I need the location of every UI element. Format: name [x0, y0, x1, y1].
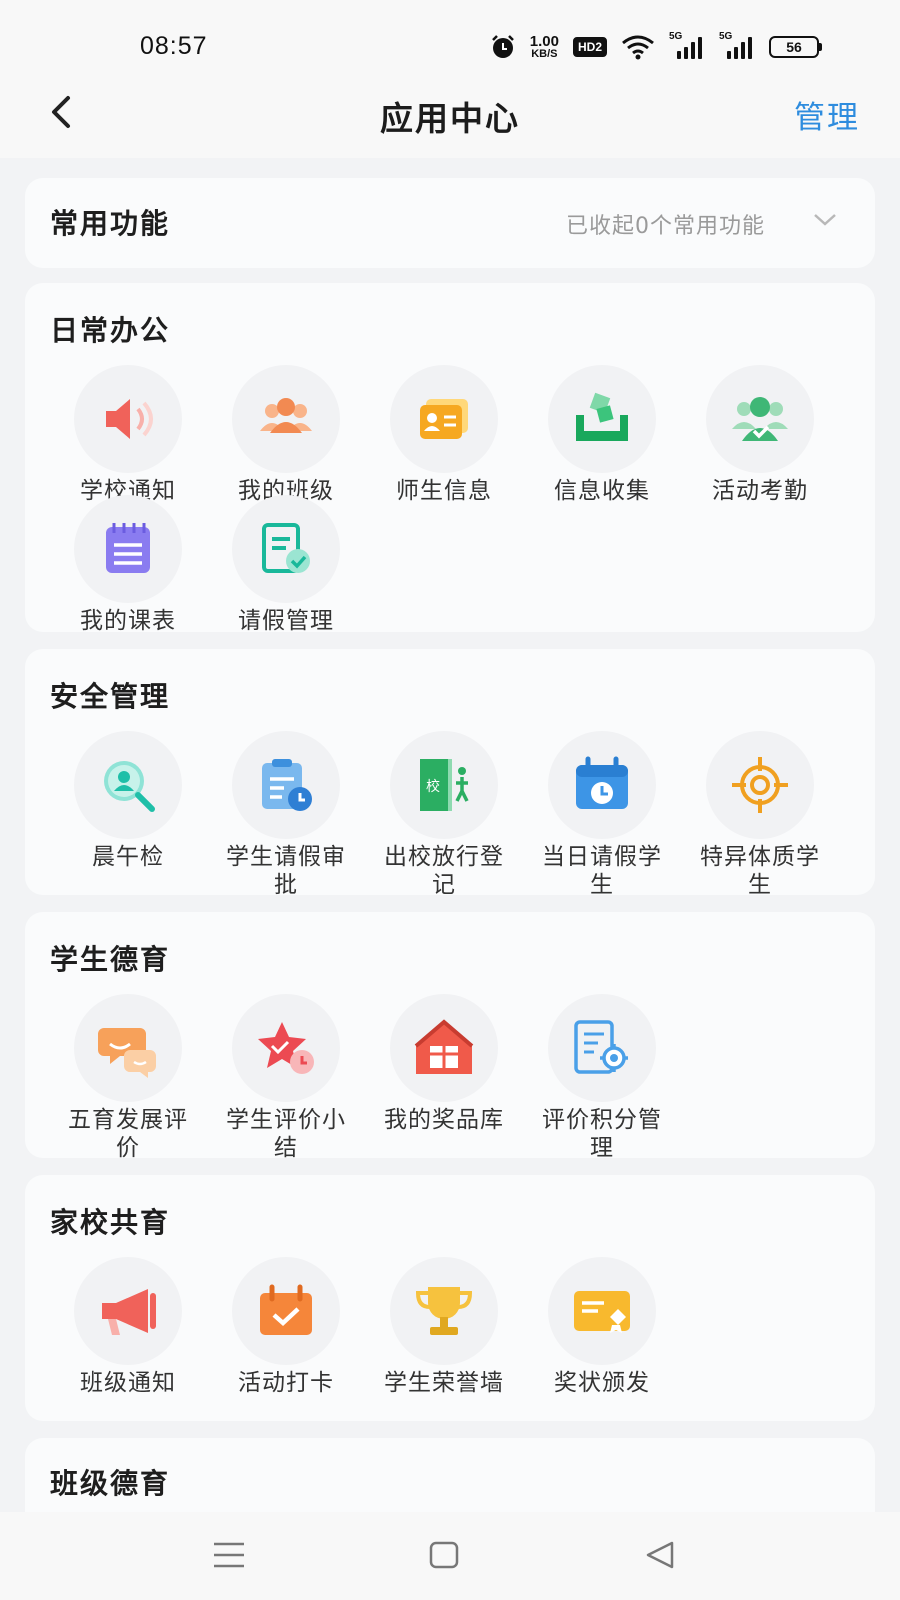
section-title: 学生德育: [50, 943, 171, 976]
app-item[interactable]: 奖状颁发: [522, 1257, 682, 1397]
app-label: 晨午检: [92, 844, 164, 870]
app-label: 我的课表: [80, 608, 176, 634]
signal-icon: 5G: [719, 31, 755, 59]
attendance-icon: [706, 365, 814, 473]
battery-icon: 56: [769, 36, 822, 58]
network-speed: 1.00 KB/S: [530, 34, 559, 60]
app-item[interactable]: 当日请假学生: [522, 731, 682, 899]
exit-door-icon: 校: [390, 731, 498, 839]
signal-icon: 5G: [669, 31, 705, 59]
app-label: 当日请假学生: [542, 844, 662, 898]
leave-form-icon: [232, 495, 340, 603]
back-nav-icon[interactable]: [644, 1540, 676, 1570]
app-item[interactable]: 班级通知: [48, 1257, 208, 1397]
status-icons: 1.00 KB/S HD2 5G 5G 56: [490, 31, 822, 60]
app-label: 请假管理: [238, 608, 334, 634]
app-label: 学生评价小结: [226, 1107, 346, 1161]
app-item[interactable]: 信息收集: [522, 365, 682, 505]
app-item[interactable]: 活动考勤: [680, 365, 840, 505]
app-item[interactable]: 学生评价小结: [206, 994, 366, 1162]
app-label: 信息收集: [554, 478, 650, 504]
app-label: 五育发展评价: [68, 1107, 188, 1161]
app-item[interactable]: 活动打卡: [206, 1257, 366, 1397]
speaker-icon: [74, 365, 182, 473]
menu-icon[interactable]: [212, 1540, 246, 1570]
crosshair-icon: [706, 731, 814, 839]
clipboard-clock-icon: [232, 731, 340, 839]
magnifier-user-icon: [74, 731, 182, 839]
section-title: 安全管理: [50, 680, 171, 713]
section-daily-office: 日常办公 学校通知 我的班级师生信息 信息收集 活动考勤我的课表 请假管理: [25, 283, 875, 635]
app-item[interactable]: 晨午检: [48, 731, 208, 871]
home-icon[interactable]: [428, 1540, 460, 1570]
alarm-icon: [490, 34, 516, 60]
section-safety-management: 安全管理 晨午检 学生请假审批校出校放行登记 当日请假学生 特异体质学生: [25, 649, 875, 898]
page-title: 应用中心: [380, 99, 520, 138]
wifi-icon: [621, 34, 655, 60]
app-item[interactable]: 五育发展评价: [48, 994, 208, 1162]
speed-unit: KB/S: [531, 48, 558, 60]
settings-doc-icon: [548, 994, 656, 1102]
app-item[interactable]: 请假管理: [206, 495, 366, 635]
app-item[interactable]: 学校通知: [48, 365, 208, 505]
calendar-clock-icon: [548, 731, 656, 839]
star-clock-icon: [232, 994, 340, 1102]
gift-house-icon: [390, 994, 498, 1102]
section-home-school: 家校共育 班级通知 活动打卡 学生荣誉墙 奖状颁发: [25, 1175, 875, 1421]
chevron-down-icon[interactable]: [813, 212, 837, 228]
app-label: 学生荣誉墙: [384, 1370, 504, 1396]
app-item[interactable]: 学生荣誉墙: [364, 1257, 524, 1397]
hd-icon: HD2: [572, 37, 607, 57]
battery-level: 56: [769, 36, 819, 58]
app-label: 我的奖品库: [384, 1107, 504, 1133]
app-label: 班级通知: [80, 1370, 176, 1396]
app-item[interactable]: 评价积分管理: [522, 994, 682, 1162]
chat-bubbles-icon: [74, 994, 182, 1102]
svg-text:校: 校: [426, 778, 440, 795]
section-title: 常用功能: [50, 207, 171, 240]
status-time: 08:57: [140, 32, 208, 60]
app-label: 奖状颁发: [554, 1370, 650, 1396]
nav-bar: 应用中心 管理: [0, 70, 900, 158]
app-label: 活动考勤: [712, 478, 808, 504]
app-label: 评价积分管理: [542, 1107, 662, 1161]
certificate-icon: [548, 1257, 656, 1365]
common-functions-card[interactable]: 常用功能 已收起0个常用功能: [25, 178, 875, 268]
section-student-moral: 学生德育 五育发展评价 学生评价小结 我的奖品库 评价积分管理: [25, 912, 875, 1161]
app-item[interactable]: 我的课表: [48, 495, 208, 635]
calendar-check-icon: [232, 1257, 340, 1365]
app-label: 师生信息: [396, 478, 492, 504]
app-label: 学生请假审批: [226, 844, 346, 898]
people-icon: [232, 365, 340, 473]
id-card-icon: [390, 365, 498, 473]
notebook-icon: [74, 495, 182, 603]
section-title: 家校共育: [50, 1206, 171, 1239]
signal-label: 5G: [719, 31, 733, 42]
app-label: 活动打卡: [238, 1370, 334, 1396]
inbox-icon: [548, 365, 656, 473]
section-title: 日常办公: [50, 314, 171, 347]
manage-button[interactable]: 管理: [794, 92, 860, 137]
speed-value: 1.00: [529, 33, 559, 50]
signal-label: 5G: [669, 31, 683, 42]
app-item[interactable]: 我的奖品库: [364, 994, 524, 1134]
section-title: 班级德育: [50, 1467, 171, 1500]
app-item[interactable]: 特异体质学生: [680, 731, 840, 899]
app-item[interactable]: 我的班级: [206, 365, 366, 505]
megaphone-icon: [74, 1257, 182, 1365]
app-item[interactable]: 师生信息: [364, 365, 524, 505]
app-label: 特异体质学生: [700, 844, 820, 898]
system-nav-bar: [0, 1512, 900, 1600]
app-label: 出校放行登记: [384, 844, 504, 898]
app-item[interactable]: 学生请假审批: [206, 731, 366, 899]
trophy-icon: [390, 1257, 498, 1365]
app-item[interactable]: 校出校放行登记: [364, 731, 524, 899]
collapse-status: 已收起0个常用功能: [566, 214, 765, 239]
